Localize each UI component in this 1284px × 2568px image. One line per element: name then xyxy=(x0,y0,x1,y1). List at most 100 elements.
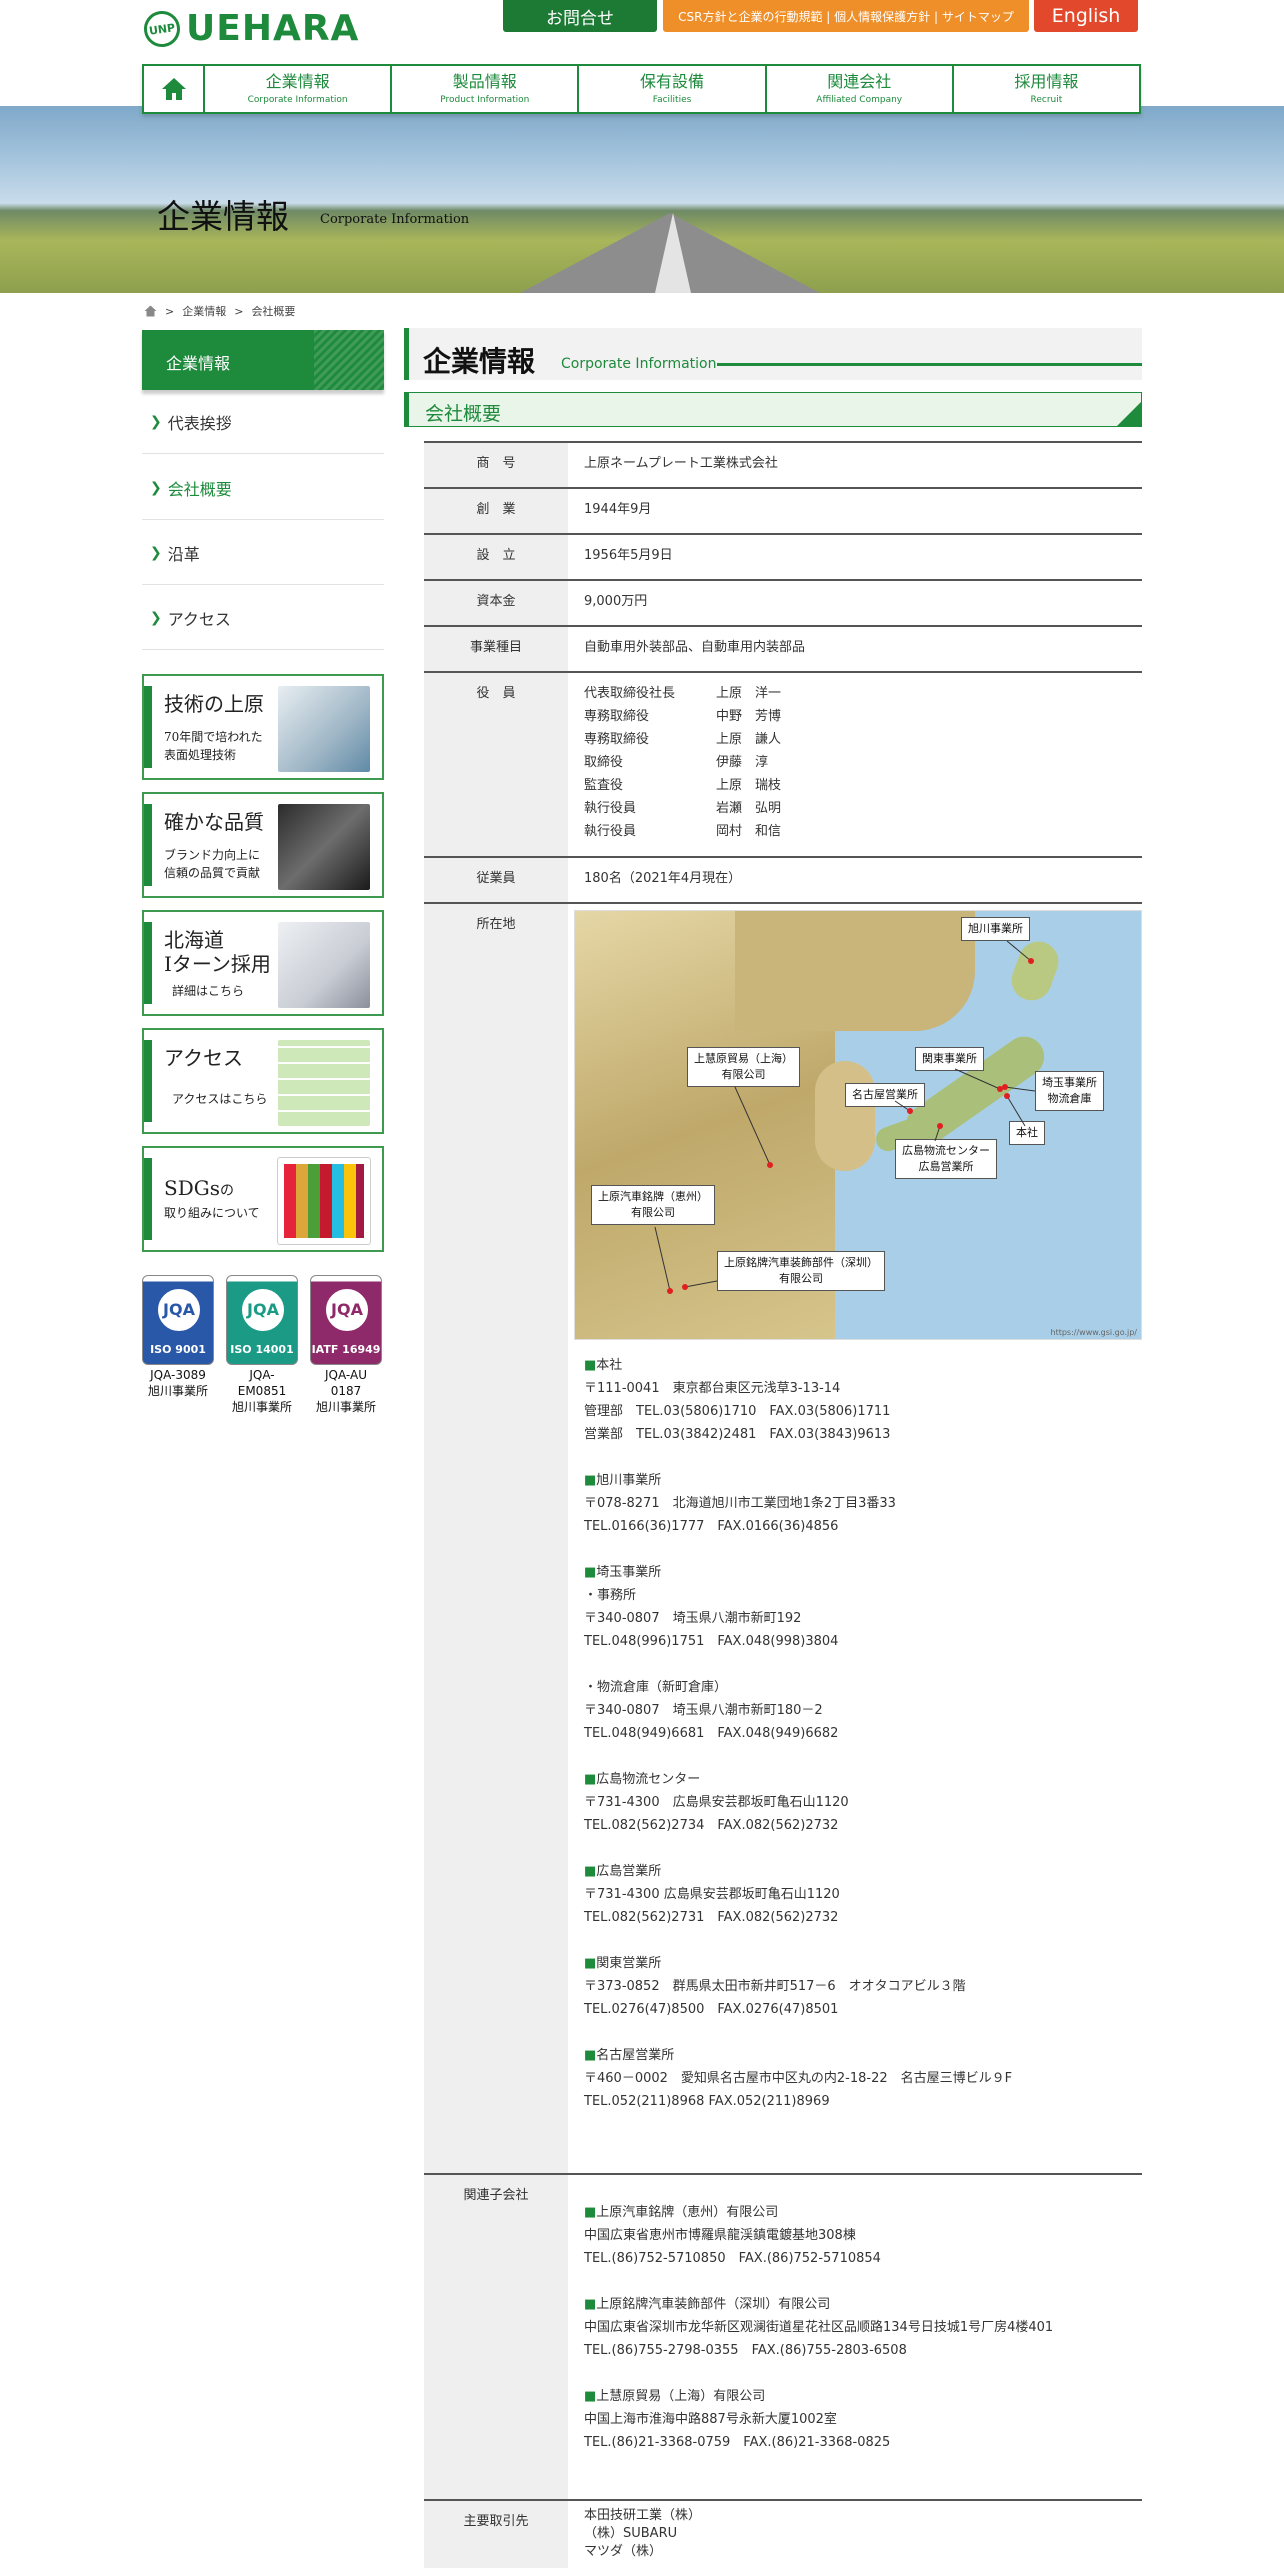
address-line: TEL.048(949)6681 FAX.048(949)6682 xyxy=(584,1726,839,1741)
banner-title: SDGsの xyxy=(164,1176,234,1203)
bullet-square-icon: ■ xyxy=(584,1358,597,1373)
cert-standard: IATF 16949 xyxy=(311,1343,381,1356)
banner-title: アクセス xyxy=(164,1046,243,1070)
english-button[interactable]: English xyxy=(1034,0,1138,32)
hero-road-center xyxy=(655,213,691,293)
address-line: 〒340-0807 埼玉県八潮市新町180－2 xyxy=(584,1703,823,1718)
home-icon xyxy=(161,78,186,100)
banner-sdgs[interactable]: SDGsの 取り組みについて xyxy=(142,1146,384,1252)
cert-site: 旭川事業所 xyxy=(315,1400,376,1414)
cert-iatf16949[interactable]: JQA IATF 16949 JQA-AU 0187 旭川事業所 xyxy=(310,1275,382,1415)
nav-sublabel: Corporate Information xyxy=(247,95,348,105)
address-block: ■旭川事業所 〒078-8271 北海道旭川市工業団地1条2丁目3番33 TEL.0… xyxy=(584,1469,1012,1538)
cert-code: JQA-3089 xyxy=(150,1368,206,1382)
row-value: 1944年9月 xyxy=(584,502,652,517)
address-line: 中国上海市淮海中路887号永新大厦1002室 xyxy=(584,2412,837,2427)
banner-map-image xyxy=(278,1040,370,1126)
officer-list: 代表取締役社長 上原 洋一 専務取締役 中野 芳博 専務取締役 上原 謙人 取締役 伊藤… xyxy=(584,682,781,843)
address-title: ■本社 xyxy=(584,1358,623,1373)
csr-links-button[interactable]: CSR方針と企業の行動規範 | 個人情報保護方針 | サイトマップ xyxy=(663,0,1029,32)
affiliate-list: ■上原汽車銘牌（恵州）有限公司 中国広東省恵州市博羅県龍渓鎮電鍍基地308棟 TEL… xyxy=(584,2201,1053,2454)
bullet-square-icon: ■ xyxy=(584,2205,597,2220)
nav-corporate[interactable]: 企業情報 Corporate Information xyxy=(205,66,393,112)
address-line: TEL.(86)21-3368-0759 FAX.(86)21-3368-082… xyxy=(584,2435,891,2450)
home-icon[interactable] xyxy=(144,305,157,317)
contact-button[interactable]: お問合せ xyxy=(503,0,657,32)
officer-row: 執行役員 岡村 和信 xyxy=(584,820,781,843)
address-line: TEL.0276(47)8500 FAX.0276(47)8501 xyxy=(584,2002,839,2017)
sidebar-header[interactable]: 企業情報 xyxy=(142,330,384,390)
address-title: ■旭川事業所 xyxy=(584,1473,662,1488)
nav-sublabel: Product Information xyxy=(440,95,530,105)
cert-site: 旭川事業所 xyxy=(147,1384,208,1398)
cert-code: JQA-AU 0187 xyxy=(325,1368,367,1398)
jqa-icon: JQA xyxy=(239,1286,287,1334)
table-row-clients: 主要取引先 本田技研工業（株） （株）SUBARU マツダ（株） xyxy=(424,2499,1142,2568)
bullet-square-icon: ■ xyxy=(584,2297,597,2312)
officer-name: 上原 洋一 xyxy=(716,686,782,701)
address-line: 〒731-4300 広島県安芸郡坂町亀石山1120 xyxy=(584,1887,840,1902)
address-line: ・物流倉庫（新町倉庫） xyxy=(584,1680,728,1695)
sidebar-item-greeting[interactable]: ❯ 代表挨拶 xyxy=(142,390,384,454)
client-item: マツダ（株） xyxy=(584,2544,663,2559)
chevron-right-icon: ❯ xyxy=(150,413,162,430)
location-map[interactable]: 旭川事業所 関東事業所 埼玉事業所 物流倉庫 名古屋営業所 本社 広島物流センター… xyxy=(574,910,1142,1340)
officer-name: 岩瀬 弘明 xyxy=(716,801,782,816)
client-item: 本田技研工業（株） xyxy=(584,2508,702,2523)
officer-row: 執行役員 岩瀬 弘明 xyxy=(584,797,781,820)
cert-code: JQA-EM0851 xyxy=(237,1368,287,1398)
officer-row: 監査役 上原 瑞枝 xyxy=(584,774,781,797)
address-title: ■名古屋営業所 xyxy=(584,2048,675,2063)
nav-recruit[interactable]: 採用情報 Recruit xyxy=(954,66,1139,112)
officer-role: 監査役 xyxy=(584,778,624,793)
nav-facilities[interactable]: 保有設備 Facilities xyxy=(579,66,767,112)
banner-sub: 取り組みについて xyxy=(164,1206,260,1220)
address-line: 管理部 TEL.03(5806)1710 FAX.03(5806)1711 xyxy=(584,1404,891,1419)
sidebar-item-history[interactable]: ❯ 沿革 xyxy=(142,521,384,585)
bullet-square-icon: ■ xyxy=(584,1565,597,1580)
nav-sublabel: Recruit xyxy=(1030,95,1063,105)
table-row-founded: 創 業 1944年9月 xyxy=(424,487,1142,533)
nav-label: 保有設備 xyxy=(640,72,705,91)
home-button[interactable] xyxy=(144,66,205,112)
corner-triangle-icon xyxy=(1117,402,1141,426)
nav-products[interactable]: 製品情報 Product Information xyxy=(392,66,580,112)
address-line: 〒111-0041 東京都台東区元浅草3-13-14 xyxy=(584,1381,841,1396)
breadcrumb-item[interactable]: 企業情報 xyxy=(182,303,226,319)
address-line: TEL.082(562)2731 FAX.082(562)2732 xyxy=(584,1910,839,1925)
officer-name: 岡村 和信 xyxy=(716,824,782,839)
row-value: 9,000万円 xyxy=(584,594,648,609)
logo[interactable]: UNP UEHARA xyxy=(141,8,359,49)
row-value: 180名（2021年4月現在） xyxy=(584,871,742,886)
banner-technology[interactable]: 技術の上原 70年間で培われた 表面処理技術 xyxy=(142,674,384,780)
officer-role: 代表取締役社長 xyxy=(584,686,676,701)
address-line: TEL.(86)752-5710850 FAX.(86)752-5710854 xyxy=(584,2251,881,2266)
address-title: ■上慧原貿易（上海）有限公司 xyxy=(584,2389,766,2404)
officer-role: 専務取締役 xyxy=(584,732,650,747)
banner-accent xyxy=(144,804,152,886)
sidebar-item-label: 会社概要 xyxy=(167,479,232,499)
nav-label: 採用情報 xyxy=(1014,72,1079,91)
banner-access[interactable]: アクセス アクセスはこちら xyxy=(142,1028,384,1134)
cert-iso9001[interactable]: JQA ISO 9001 JQA-3089 旭川事業所 xyxy=(142,1275,214,1399)
officer-row: 専務取締役 中野 芳博 xyxy=(584,705,781,728)
row-label: 所在地 xyxy=(424,904,568,2173)
main-nav: 企業情報 Corporate Information 製品情報 Product In… xyxy=(142,64,1141,114)
sidebar-item-overview[interactable]: ❯ 会社概要 xyxy=(142,456,384,520)
banner-title: 北海道 xyxy=(164,928,224,952)
banner-quality[interactable]: 確かな品質 ブランド力向上に 信頼の品質で貢献 xyxy=(142,792,384,898)
banner-image xyxy=(278,804,370,890)
nav-sublabel: Affiliated Company xyxy=(816,95,903,105)
address-line: 〒078-8271 北海道旭川市工業団地1条2丁目3番33 xyxy=(584,1496,896,1511)
bullet-square-icon: ■ xyxy=(584,1864,597,1879)
page: UNP UEHARA お問合せ CSR方針と企業の行動規範 | 個人情報保護方針… xyxy=(0,0,1284,2568)
cert-iso14001[interactable]: JQA ISO 14001 JQA-EM0851 旭川事業所 xyxy=(226,1275,298,1415)
address-title: ■上原汽車銘牌（恵州）有限公司 xyxy=(584,2205,779,2220)
banner-image xyxy=(278,686,370,772)
banner-recruit[interactable]: 北海道 Iターン採用 詳細はこちら xyxy=(142,910,384,1016)
sidebar-item-access[interactable]: ❯ アクセス xyxy=(142,586,384,650)
nav-affiliated[interactable]: 関連会社 Affiliated Company xyxy=(767,66,954,112)
banner-image xyxy=(278,922,370,1008)
sidebar-item-label: アクセス xyxy=(167,609,231,629)
row-label: 役 員 xyxy=(424,673,568,856)
